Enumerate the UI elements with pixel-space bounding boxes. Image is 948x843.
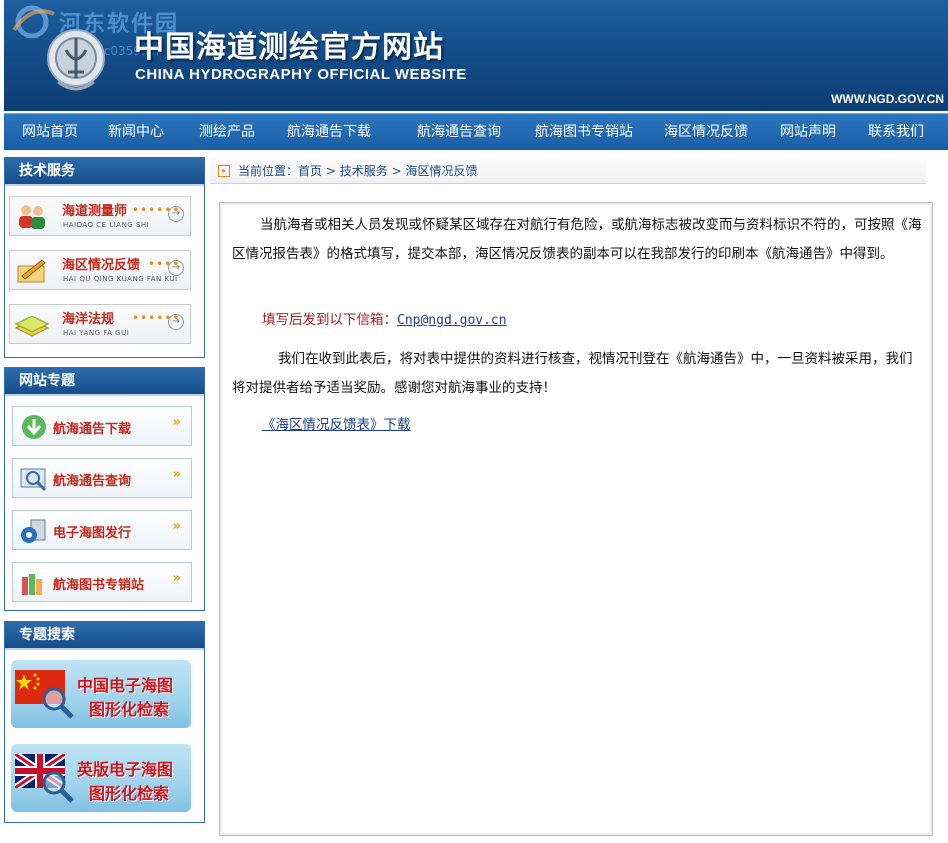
site-url: WWW.NGD.GOV.CN: [831, 92, 944, 106]
breadcrumb-text: 当前位置：首页 > 技术服务 > 海区情况反馈: [238, 162, 478, 179]
nav-item-chart-store[interactable]: 航海图书专销站: [535, 114, 633, 150]
topic-item-chart-store[interactable]: 航海图书专销站 »: [12, 562, 192, 602]
topic-search-box: 专题搜索 中国电子海图 图形化检索 英版电子海图 图形化检索: [4, 621, 205, 823]
tech-item-label: 海区情况反馈: [62, 258, 141, 273]
books-icon: [22, 574, 42, 595]
site-topics-box: 网站专题 航海通告下载 » 航海通告查询 » 电子海图发行 » 航海图书专销站 …: [4, 367, 205, 611]
tech-item-surveyor[interactable]: 海道测量师 •••••• → HAIDAO CE LIANG SHI: [9, 196, 191, 236]
topic-item-notice-query[interactable]: 航海通告查询 »: [12, 458, 192, 498]
review-paragraph: 我们在收到此表后，将对表中提供的资料进行核查，视情况刊登在《航海通告》中，一旦资…: [232, 351, 913, 396]
topic-item-label: 航海通告下载: [53, 422, 132, 437]
magnifier-monitor-icon: [20, 468, 47, 492]
law-book-icon: [14, 315, 50, 337]
uk-echart-search-banner[interactable]: 英版电子海图 图形化检索: [11, 744, 191, 812]
tech-item-label: 海道测量师: [62, 204, 128, 219]
topic-item-label: 航海通告查询: [53, 474, 132, 489]
site-title-cn: 中国海道测绘官方网站: [134, 30, 444, 65]
arrow-circle-icon: →: [168, 260, 184, 276]
tech-item-pinyin: HAIDAO CE LIANG SHI: [63, 221, 150, 229]
breadcrumb-sep: >: [325, 164, 336, 178]
email-link[interactable]: Cnp@ngd.gov.cn: [397, 313, 507, 328]
tech-services-box: 技术服务 海道测量师 •••••• → HAIDAO CE LIANG SHI …: [4, 157, 205, 358]
tech-item-maritime-law[interactable]: 海洋法规 •••••• → HAI YANG FA GUI: [9, 304, 191, 344]
magnifier-icon: [42, 687, 74, 719]
tech-item-pinyin: HAI QU QING KUANG FAN KUI: [63, 275, 178, 283]
nav-item-news[interactable]: 新闻中心: [108, 114, 164, 150]
nav-item-notice-query[interactable]: 航海通告查询: [417, 114, 501, 150]
chevron-right-icon: »: [172, 467, 181, 482]
magnifier-icon: [42, 771, 74, 803]
tech-services-title: 技术服务: [5, 158, 204, 186]
disc-publish-icon: [21, 519, 46, 543]
breadcrumb-current: 海区情况反馈: [405, 164, 478, 178]
nav-item-statement[interactable]: 网站声明: [780, 114, 836, 150]
banner-line2: 图形化检索: [89, 784, 170, 803]
tech-item-pinyin: HAI YANG FA GUI: [63, 329, 130, 337]
banner-line2: 图形化检索: [89, 700, 170, 719]
breadcrumb-prefix: 当前位置：: [238, 164, 299, 178]
topic-item-label: 电子海图发行: [53, 526, 132, 541]
topic-item-notice-download[interactable]: 航海通告下载 »: [12, 406, 192, 446]
feedback-form-download-link[interactable]: 《海区情况反馈表》下载: [262, 417, 411, 433]
email-line: 填写后发到以下信箱：Cnp@ngd.gov.cn: [262, 306, 948, 335]
nav-item-home[interactable]: 网站首页: [22, 114, 78, 150]
breadcrumb-arrow-icon: ▸: [218, 165, 230, 177]
banner-line1: 英版电子海图: [77, 760, 174, 779]
article-content: 当航海者或相关人员发现或怀疑某区域存在对航行有危险，或航海标志被改变而与资料标识…: [219, 202, 933, 836]
navy-emblem-icon: [47, 29, 105, 91]
download-line: 《海区情况反馈表》下载: [262, 411, 948, 440]
china-echart-search-banner[interactable]: 中国电子海图 图形化检索: [11, 660, 191, 728]
intro-paragraph: 当航海者或相关人员发现或怀疑某区域存在对航行有危险，或航海标志被改变而与资料标识…: [232, 217, 922, 262]
nav-item-products[interactable]: 测绘产品: [199, 114, 255, 150]
arrow-circle-icon: →: [168, 314, 184, 330]
site-topics-title: 网站专题: [5, 368, 204, 396]
site-header: 河东软件园 www.pc0359.cn 中国海道测绘官方网站 CHINA HYD…: [4, 0, 948, 111]
nav-item-contact[interactable]: 联系我们: [868, 114, 924, 150]
chevron-right-icon: »: [172, 571, 181, 586]
topic-item-label: 航海图书专销站: [53, 578, 145, 593]
main-nav: 网站首页 新闻中心 测绘产品 航海通告下载 航海通告查询 航海图书专销站 海区情…: [4, 113, 948, 150]
tech-item-feedback[interactable]: 海区情况反馈 •••• → HAI QU QING KUANG FAN KUI: [9, 250, 191, 290]
breadcrumb-sep: >: [391, 164, 402, 178]
feedback-pencil-icon: [17, 259, 46, 283]
nav-item-sea-feedback[interactable]: 海区情况反馈: [664, 114, 748, 150]
email-label: 填写后发到以下信箱：: [262, 312, 397, 328]
nav-item-notice-download[interactable]: 航海通告下载: [287, 114, 371, 150]
surveyor-icon: [19, 205, 45, 229]
breadcrumb-link-tech[interactable]: 技术服务: [340, 164, 388, 178]
breadcrumb-link-home[interactable]: 首页: [298, 164, 322, 178]
topic-item-echart-publish[interactable]: 电子海图发行 »: [12, 510, 192, 550]
arrow-circle-icon: →: [168, 206, 184, 222]
download-arrow-icon: [22, 415, 46, 439]
topic-search-title: 专题搜索: [5, 622, 204, 650]
banner-line1: 中国电子海图: [77, 676, 174, 695]
chevron-right-icon: »: [172, 415, 181, 430]
chevron-right-icon: »: [172, 519, 181, 534]
breadcrumb: ▸ 当前位置：首页 > 技术服务 > 海区情况反馈: [210, 157, 926, 184]
site-title-en: CHINA HYDROGRAPHY OFFICIAL WEBSITE: [135, 66, 467, 83]
tech-item-label: 海洋法规: [62, 312, 115, 327]
